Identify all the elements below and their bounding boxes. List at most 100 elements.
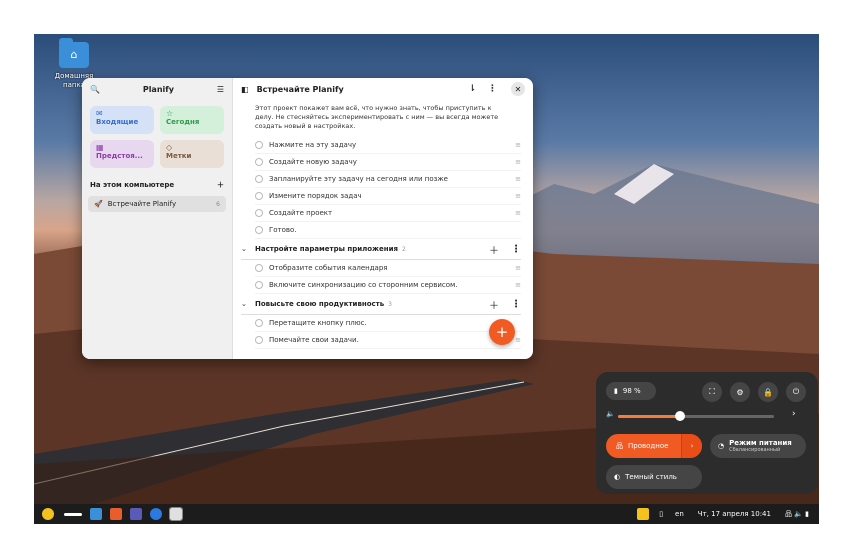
task-checkbox[interactable] xyxy=(255,226,263,234)
chevron-right-icon[interactable]: › xyxy=(792,409,796,419)
main-panel: ◧ Встречайте Planify ⇂ ⋮ ✕ Этот проект п… xyxy=(233,78,533,359)
clock[interactable]: Чт, 17 апреля 10:41 xyxy=(698,510,771,518)
clipboard-icon[interactable]: ▯ xyxy=(659,510,663,518)
quick-settings-panel: ▮ 98 % ⛶ ⚙ 🔒 ⏻ 🔈 › 品 Проводное › ◔ Режим … xyxy=(596,372,818,494)
power-mode-toggle[interactable]: ◔ Режим питания Сбалансированный xyxy=(710,434,806,458)
rocket-icon: 🚀 xyxy=(94,200,103,208)
screenshot-button[interactable]: ⛶ xyxy=(702,382,722,402)
search-icon[interactable]: 🔍 xyxy=(90,85,100,94)
power-mode-label: Режим питания xyxy=(729,439,792,447)
sort-icon[interactable]: ⇂ xyxy=(468,84,476,94)
keyboard-layout[interactable]: en xyxy=(675,510,684,518)
section-local: На этом компьютере xyxy=(90,181,175,189)
software-icon[interactable] xyxy=(130,508,142,520)
planify-icon[interactable] xyxy=(169,507,183,521)
task-checkbox[interactable] xyxy=(255,264,263,272)
task-item[interactable]: Создайте проект ≡ xyxy=(255,205,521,222)
contrast-icon: ◐ xyxy=(614,473,621,481)
close-button[interactable]: ✕ xyxy=(511,82,525,96)
task-checkbox[interactable] xyxy=(255,336,263,344)
task-label: Отобразите события календаря xyxy=(269,264,388,272)
task-checkbox[interactable] xyxy=(255,175,263,183)
task-item[interactable]: Включите синхронизацию со сторонним серв… xyxy=(255,277,521,294)
task-checkbox[interactable] xyxy=(255,141,263,149)
task-label: Создайте проект xyxy=(269,209,333,217)
volume-slider[interactable] xyxy=(618,411,774,421)
task-checkbox[interactable] xyxy=(255,319,263,327)
folder-icon: ⌂ xyxy=(59,38,89,68)
notes-icon: ≡ xyxy=(515,192,521,200)
task-item[interactable]: Помечайте свои задачи. ≡ xyxy=(255,332,521,349)
task-item[interactable]: Перетащите кнопку плюс. xyxy=(255,315,521,332)
sidebar: 🔍 Planify ☰ ✉ Входящие ☆ Сегодня ▦ Предстоя… xyxy=(82,78,233,359)
task-item[interactable]: Запланируйте эту задачу на сегодня или п… xyxy=(255,171,521,188)
app-title: Planify xyxy=(142,84,174,94)
tile-upcoming[interactable]: ▦ Предстоя... xyxy=(90,140,154,168)
editor-icon[interactable] xyxy=(110,508,122,520)
more-icon[interactable]: ⋮ xyxy=(488,84,497,94)
sidebar-toggle-icon[interactable]: ◧ xyxy=(241,85,249,94)
star-icon: ☆ xyxy=(166,109,174,118)
project-description: Этот проект покажет вам всё, что нужно з… xyxy=(255,104,499,130)
battery-indicator[interactable]: ▮ 98 % xyxy=(606,382,656,400)
sidebar-item-project[interactable]: 🚀 Встречайте Planify 6 xyxy=(88,196,226,212)
task-label: Измените порядок задач xyxy=(269,192,362,200)
dark-style-toggle[interactable]: ◐ Темный стиль xyxy=(606,465,702,489)
section-title: Повысьте свою продуктивность xyxy=(255,300,385,308)
chevron-down-icon[interactable]: ⌄ xyxy=(241,300,255,308)
volume-icon: 🔈 xyxy=(606,410,615,418)
chevron-down-icon[interactable]: ⌄ xyxy=(241,245,255,253)
plus-icon: + xyxy=(495,323,509,341)
workspace-indicator[interactable] xyxy=(64,512,82,516)
more-icon[interactable]: ⋮ xyxy=(511,299,521,310)
task-checkbox[interactable] xyxy=(255,192,263,200)
lock-icon: 🔒 xyxy=(763,387,773,397)
menu-icon[interactable]: ☰ xyxy=(217,85,224,94)
notes-icon: ≡ xyxy=(515,209,521,217)
tile-upcoming-label: Предстоя... xyxy=(96,152,143,160)
planify-window: 🔍 Planify ☰ ✉ Входящие ☆ Сегодня ▦ Предстоя… xyxy=(82,78,533,359)
add-project-icon[interactable]: ＋ xyxy=(217,180,224,190)
files-icon[interactable] xyxy=(90,508,102,520)
section-header[interactable]: ⌄ Настройте параметры приложения 2 ＋ ⋮ xyxy=(241,239,521,260)
add-task-icon[interactable]: ＋ xyxy=(489,297,499,312)
tile-today[interactable]: ☆ Сегодня xyxy=(160,106,224,134)
section-count: 3 xyxy=(388,300,392,308)
battery-icon: ▮ xyxy=(614,387,618,395)
task-checkbox[interactable] xyxy=(255,209,263,217)
chevron-right-icon[interactable]: › xyxy=(681,434,702,458)
apps-menu-icon[interactable] xyxy=(42,508,54,520)
task-checkbox[interactable] xyxy=(255,158,263,166)
task-label: Включите синхронизацию со сторонним серв… xyxy=(269,281,458,289)
tile-tags-label: Метки xyxy=(166,152,192,160)
notes-tray-icon[interactable] xyxy=(637,508,650,520)
power-icon: ⏻ xyxy=(792,387,800,396)
task-item[interactable]: Измените порядок задач ≡ xyxy=(255,188,521,205)
settings-button[interactable]: ⚙ xyxy=(730,382,750,402)
notes-icon: ≡ xyxy=(515,264,521,272)
tile-inbox[interactable]: ✉ Входящие xyxy=(90,106,154,134)
more-icon[interactable]: ⋮ xyxy=(511,244,521,255)
task-checkbox[interactable] xyxy=(255,281,263,289)
task-label: Запланируйте эту задачу на сегодня или п… xyxy=(269,175,448,183)
lock-button[interactable]: 🔒 xyxy=(758,382,778,402)
add-task-fab[interactable]: + xyxy=(489,319,515,345)
task-label: Готово. xyxy=(269,226,297,234)
add-task-icon[interactable]: ＋ xyxy=(489,242,499,257)
system-tray[interactable]: 品 🔈 ▮ xyxy=(785,509,809,519)
notes-icon: ≡ xyxy=(515,158,521,166)
task-item[interactable]: Готово. xyxy=(255,222,521,239)
dark-style-label: Темный стиль xyxy=(625,473,677,481)
battery-percent: 98 % xyxy=(622,387,641,395)
section-count: 2 xyxy=(402,245,406,253)
task-item[interactable]: Создайте новую задачу ≡ xyxy=(255,154,521,171)
tile-tags[interactable]: ◇ Метки xyxy=(160,140,224,168)
wired-network-toggle[interactable]: 品 Проводное › xyxy=(606,434,702,458)
task-item[interactable]: Нажмите на эту задачу ≡ xyxy=(255,137,521,154)
task-item[interactable]: Отобразите события календаря ≡ xyxy=(255,260,521,277)
project-name: Встречайте Planify xyxy=(107,200,177,208)
power-button[interactable]: ⏻ xyxy=(786,382,806,402)
section-header[interactable]: ⌄ Повысьте свою продуктивность 3 ＋ ⋮ xyxy=(241,294,521,315)
browser-icon[interactable] xyxy=(150,508,162,520)
volume-slider-handle[interactable] xyxy=(675,411,686,421)
